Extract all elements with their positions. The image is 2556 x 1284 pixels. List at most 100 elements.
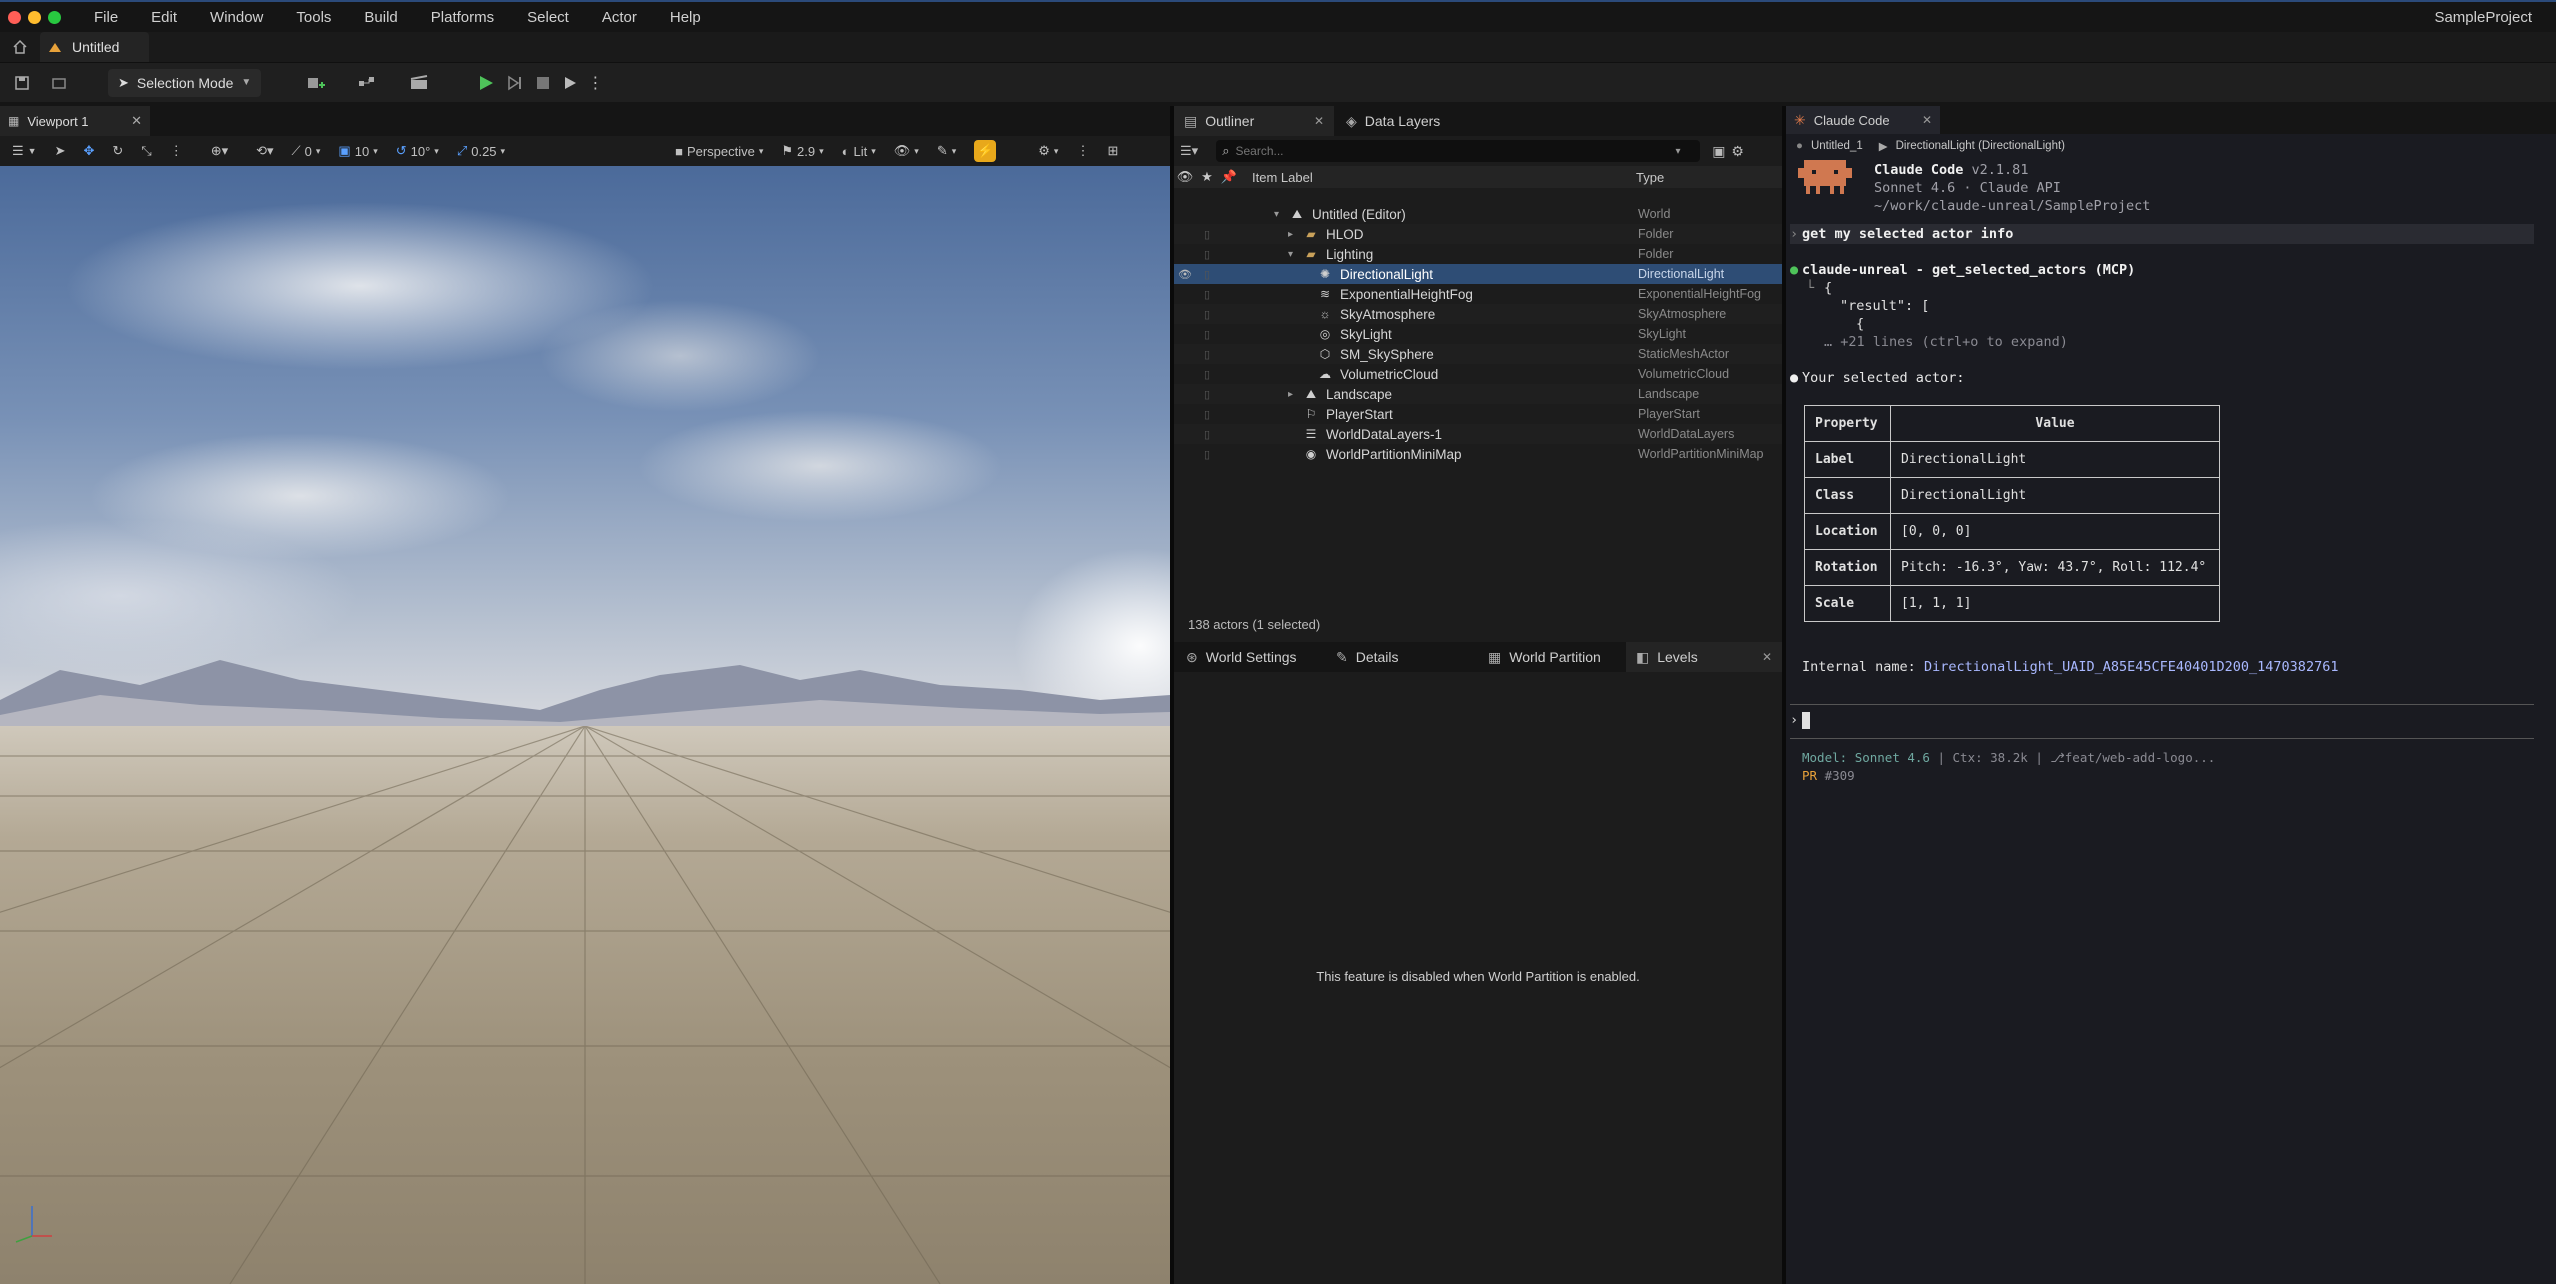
save-icon[interactable]: [0, 64, 44, 102]
pin-icon[interactable]: ▯: [1196, 288, 1218, 301]
close-window-button[interactable]: [8, 10, 21, 24]
scale-snap-toggle[interactable]: ⤢ 0.25 ▾: [457, 143, 505, 159]
viewport-options-dropdown[interactable]: ☰ ▼: [12, 143, 37, 159]
content-browser-icon[interactable]: [44, 64, 74, 102]
close-icon[interactable]: ✕: [1762, 650, 1772, 664]
pin-icon[interactable]: ▯: [1196, 268, 1218, 281]
menu-edit[interactable]: Edit: [151, 9, 177, 26]
world-local-icon[interactable]: ⊕▾: [211, 143, 228, 159]
settings-dropdown[interactable]: ⚙ ▾: [1038, 143, 1058, 159]
outliner-row[interactable]: ▯ ≋ ExponentialHeightFog ExponentialHeightF…: [1174, 284, 1782, 304]
pin-icon[interactable]: ▯: [1196, 308, 1218, 321]
expand-arrow-icon[interactable]: ▸: [1288, 229, 1302, 240]
outliner-tab[interactable]: ▤ Outliner ✕: [1174, 106, 1334, 136]
outliner-row[interactable]: ▯ ▾ ▰ Lighting Folder: [1174, 244, 1782, 264]
prompt-input-cursor[interactable]: [1802, 712, 1810, 729]
pin-icon[interactable]: ▯: [1196, 388, 1218, 401]
rotation-snap-toggle[interactable]: ↺ 10° ▾: [396, 143, 439, 159]
outliner-row[interactable]: ▯ ▸ ⛰ Landscape Landscape: [1174, 384, 1782, 404]
new-folder-icon[interactable]: ▣: [1712, 143, 1725, 160]
pin-icon[interactable]: ▯: [1196, 448, 1218, 461]
menu-actor[interactable]: Actor: [602, 9, 637, 26]
menu-file[interactable]: File: [94, 9, 118, 26]
breadcrumb-level[interactable]: Untitled_1: [1811, 140, 1863, 152]
menu-select[interactable]: Select: [527, 9, 569, 26]
home-icon[interactable]: [0, 32, 40, 62]
pin-icon[interactable]: ▯: [1196, 348, 1218, 361]
camera-speed-dropdown[interactable]: ⚑ 2.9 ▾: [781, 143, 823, 159]
claude-code-tab[interactable]: ✳ Claude Code ✕: [1786, 106, 1940, 134]
outliner-row[interactable]: ▯ ◉ WorldPartitionMiniMap WorldPartitionMin…: [1174, 444, 1782, 464]
step-icon[interactable]: [501, 64, 529, 102]
outliner-row[interactable]: ▯ ▸ ▰ HLOD Folder: [1174, 224, 1782, 244]
levels-tab[interactable]: ◧ Levels ✕: [1626, 642, 1782, 672]
outliner-row[interactable]: 👁 ▯ ✺ DirectionalLight DirectionalLight: [1174, 264, 1782, 284]
realtime-dropdown[interactable]: ✎ ▾: [937, 143, 956, 159]
outliner-row[interactable]: ▾ ⛰ Untitled (Editor) World: [1174, 204, 1782, 224]
outliner-row[interactable]: ▯ ☁ VolumetricCloud VolumetricCloud: [1174, 364, 1782, 384]
menu-platforms[interactable]: Platforms: [431, 9, 494, 26]
pin-icon[interactable]: ▯: [1196, 248, 1218, 261]
selection-mode-dropdown[interactable]: ➤ Selection Mode ▼: [108, 68, 262, 97]
grid-snap-toggle[interactable]: ▣ 10 ▾: [338, 143, 377, 159]
lit-dropdown[interactable]: ◐ Lit ▾: [842, 144, 876, 159]
pin-icon[interactable]: ▯: [1196, 408, 1218, 421]
level-tab[interactable]: Untitled: [40, 32, 150, 62]
type-header[interactable]: Type: [1636, 170, 1664, 185]
star-icon[interactable]: ★: [1196, 169, 1218, 185]
pin-icon[interactable]: ▯: [1196, 228, 1218, 241]
item-label-header[interactable]: Item Label: [1252, 170, 1636, 185]
perspective-dropdown[interactable]: ■ Perspective ▾: [675, 144, 763, 159]
minimize-window-button[interactable]: [28, 10, 41, 24]
pin-icon[interactable]: ▯: [1196, 328, 1218, 341]
surface-snap-icon[interactable]: ⟲▾: [256, 143, 273, 159]
outliner-row[interactable]: ▯ ◎ SkyLight SkyLight: [1174, 324, 1782, 344]
select-tool-icon[interactable]: ➤: [55, 143, 66, 159]
menu-window[interactable]: Window: [210, 9, 263, 26]
pin-icon[interactable]: ▯: [1196, 368, 1218, 381]
outliner-search-field[interactable]: ⌕ ▾: [1216, 140, 1701, 162]
close-icon[interactable]: ✕: [1314, 114, 1324, 128]
stop-icon[interactable]: [529, 64, 557, 102]
kebab-icon[interactable]: ⋮: [1076, 143, 1089, 159]
expand-arrow-icon[interactable]: ▾: [1288, 249, 1302, 260]
eject-icon[interactable]: [557, 64, 585, 102]
cinematics-icon[interactable]: [399, 64, 439, 102]
more-options-icon[interactable]: ⋮: [585, 64, 605, 102]
close-icon[interactable]: ✕: [131, 113, 142, 129]
more-icon[interactable]: ⋮: [170, 143, 183, 159]
play-icon[interactable]: [471, 64, 501, 102]
eye-icon[interactable]: 👁: [1174, 169, 1196, 185]
expand-lines-hint[interactable]: … +21 lines (ctrl+o to expand): [1824, 334, 2068, 350]
add-actor-icon[interactable]: [295, 64, 335, 102]
show-flags-dropdown[interactable]: 👁 ▾: [894, 143, 919, 159]
breadcrumb-actor[interactable]: DirectionalLight (DirectionalLight): [1896, 140, 2065, 152]
game-view-button[interactable]: ⚡: [974, 140, 997, 162]
details-tab[interactable]: ✎ Details: [1324, 642, 1476, 672]
rotate-icon[interactable]: ↻: [112, 143, 123, 159]
angle-snap-toggle[interactable]: ⟋ 0 ▾: [292, 143, 321, 159]
pin-icon[interactable]: ▯: [1196, 428, 1218, 441]
viewport-tab[interactable]: ▦ Viewport 1 ✕: [0, 106, 150, 136]
scale-icon[interactable]: ⤡: [141, 143, 151, 159]
blueprint-icon[interactable]: [347, 64, 387, 102]
expand-arrow-icon[interactable]: ▾: [1274, 209, 1288, 220]
menu-build[interactable]: Build: [364, 9, 397, 26]
data-layers-tab[interactable]: ◈ Data Layers: [1334, 106, 1452, 136]
close-icon[interactable]: ✕: [1922, 113, 1932, 127]
maximize-window-button[interactable]: [48, 10, 61, 24]
outliner-search-input[interactable]: [1235, 144, 1676, 158]
outliner-row[interactable]: ▯ ⚐ PlayerStart PlayerStart: [1174, 404, 1782, 424]
world-partition-tab[interactable]: ▦ World Partition: [1476, 642, 1626, 672]
outliner-row[interactable]: ▯ ☰ WorldDataLayers-1 WorldDataLayers: [1174, 424, 1782, 444]
pin-icon[interactable]: 📌: [1218, 169, 1240, 185]
translate-icon[interactable]: ✥: [83, 143, 94, 159]
gear-icon[interactable]: ⚙: [1731, 143, 1744, 160]
pr-number[interactable]: #309: [1825, 768, 1855, 783]
outliner-row[interactable]: ▯ ☼ SkyAtmosphere SkyAtmosphere: [1174, 304, 1782, 324]
filter-icon[interactable]: ☰▾: [1180, 143, 1198, 159]
outliner-row[interactable]: ▯ ⬡ SM_SkySphere StaticMeshActor: [1174, 344, 1782, 364]
menu-help[interactable]: Help: [670, 9, 701, 26]
layout-icon[interactable]: ⊞: [1107, 143, 1118, 159]
expand-arrow-icon[interactable]: ▸: [1288, 389, 1302, 400]
